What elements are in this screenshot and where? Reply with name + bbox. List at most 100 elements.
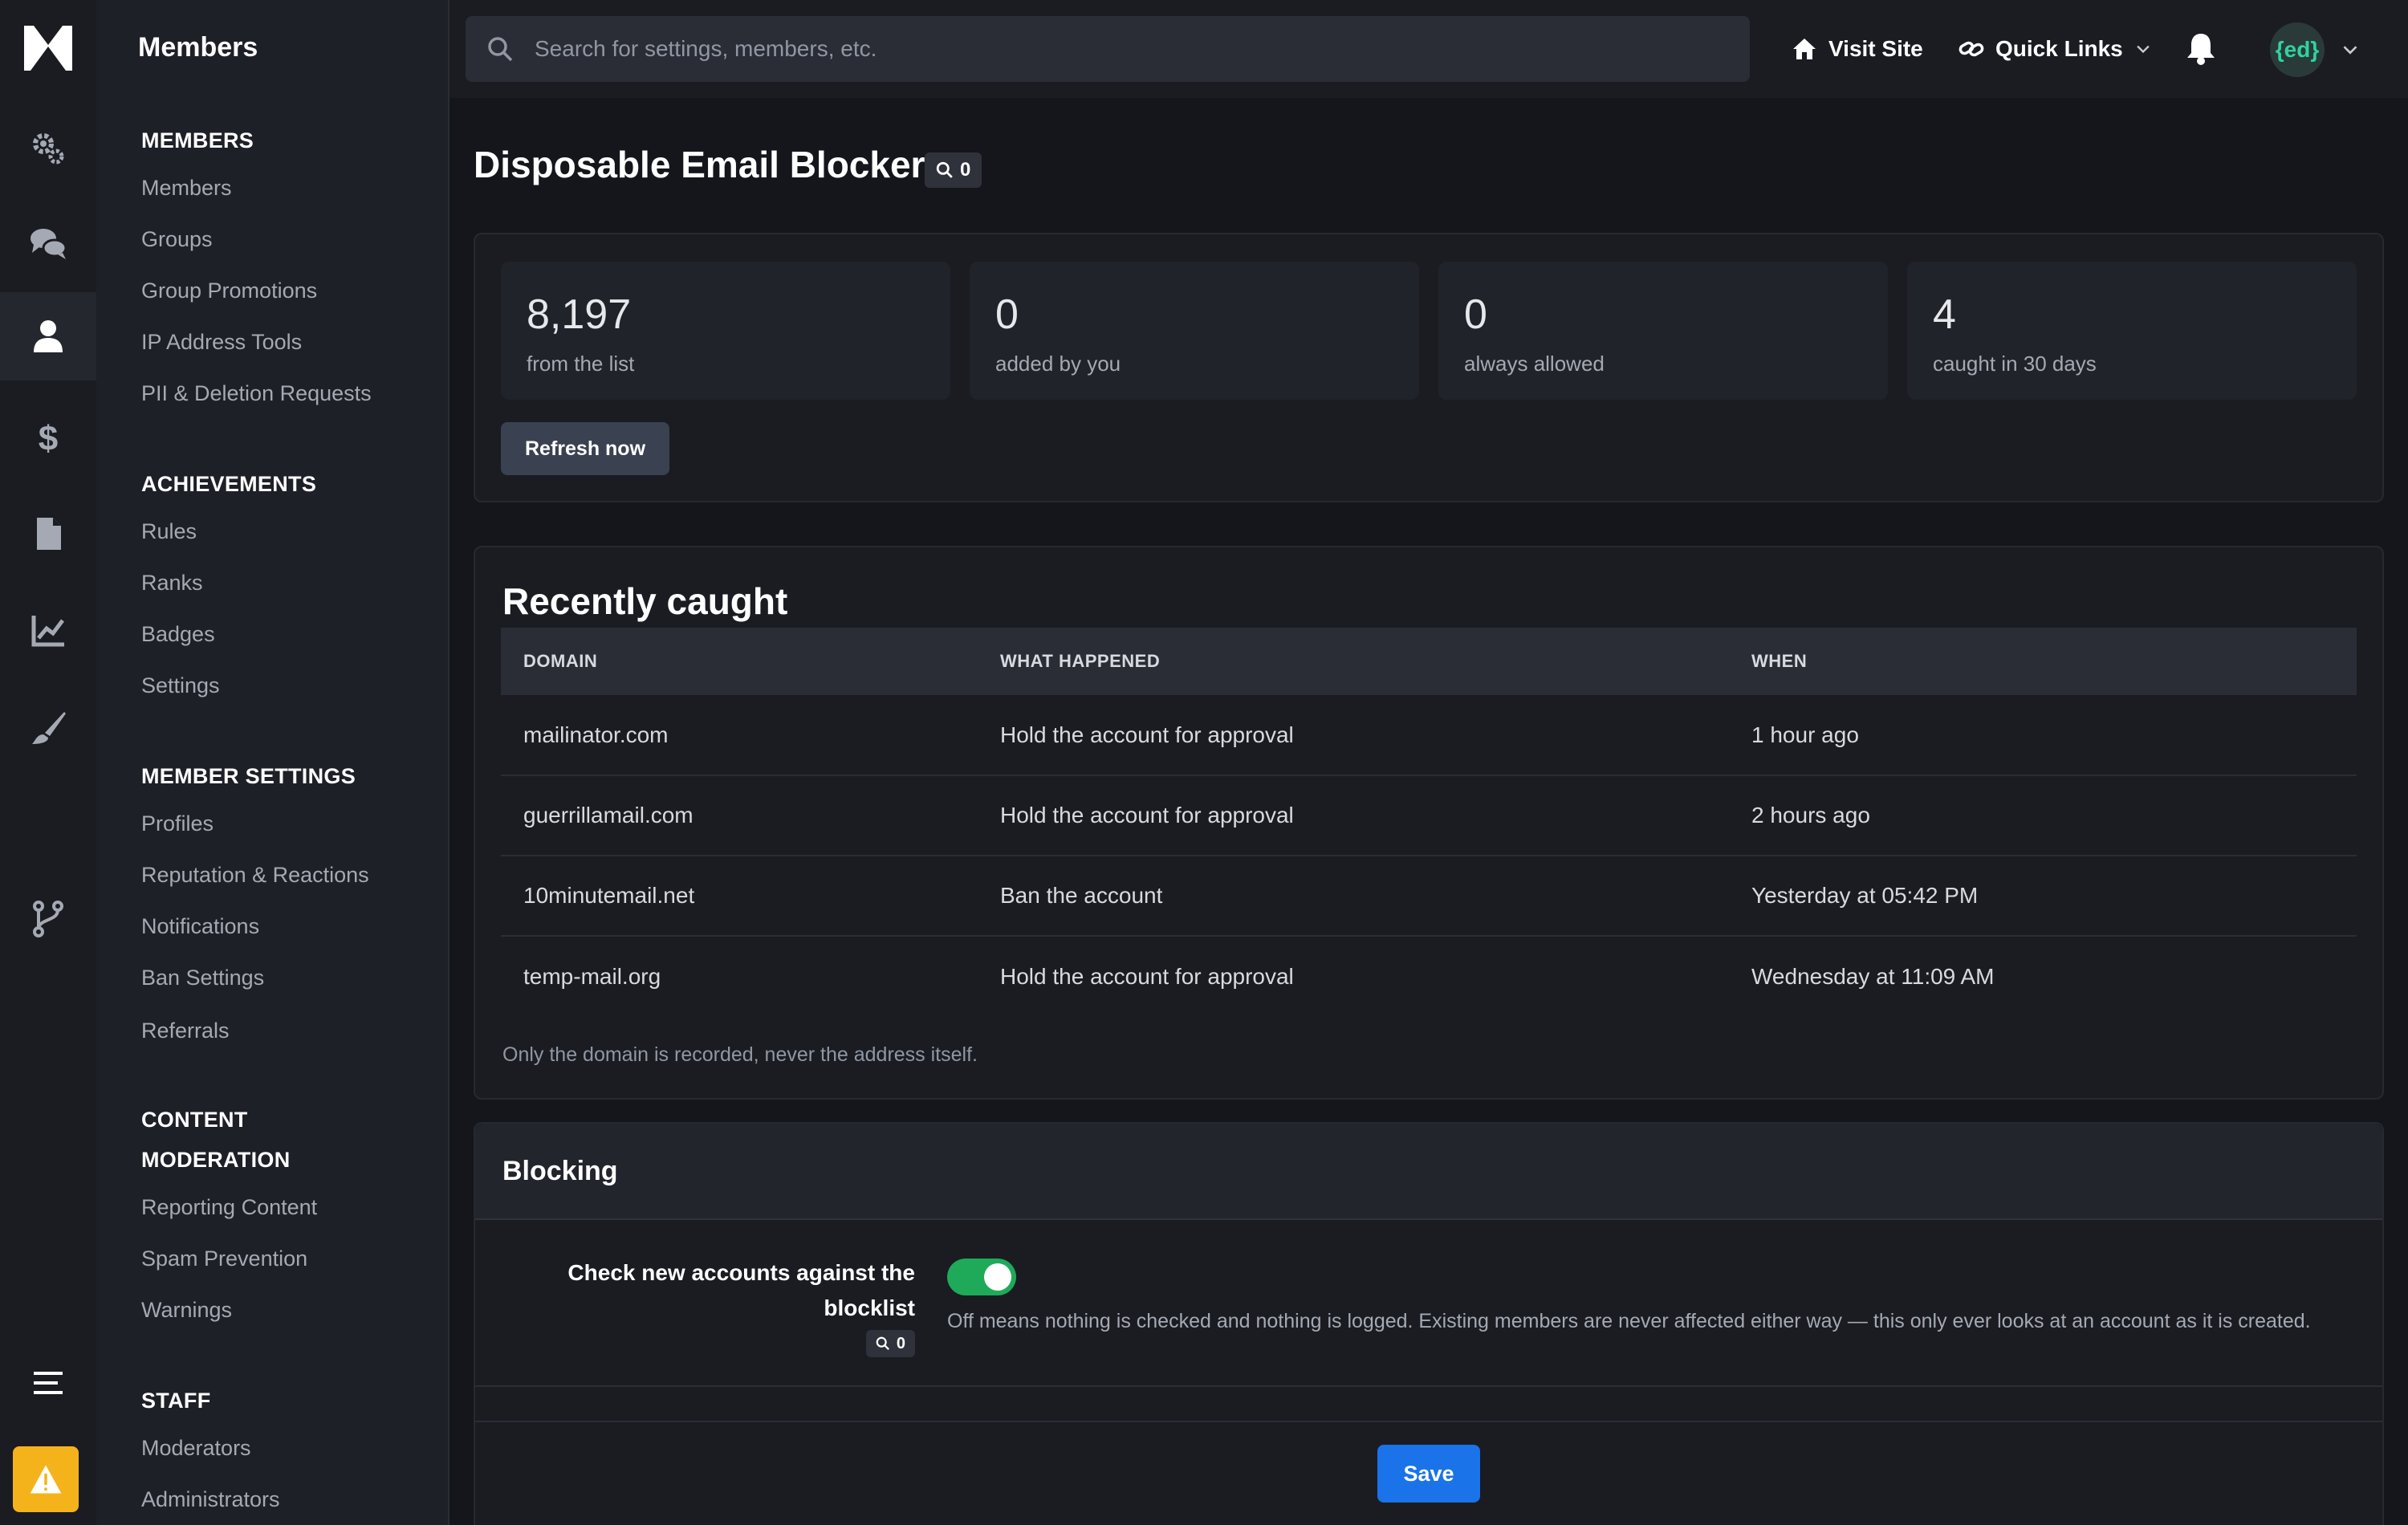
cell-when: Yesterday at 05:42 PM (1729, 856, 2357, 937)
cell-what-happened: Hold the account for approval (978, 775, 1729, 856)
stat-label: added by you (995, 352, 1121, 376)
nav-link-ban-settings[interactable]: Ban Settings (141, 962, 264, 994)
nav-link-badges[interactable]: Badges (141, 618, 215, 650)
quick-links-label: Quick Links (1995, 36, 2123, 61)
visit-site-link[interactable]: Visit Site (1792, 29, 1923, 69)
brush-icon (32, 712, 66, 744)
logo-icon[interactable] (22, 22, 74, 74)
cell-when: 1 hour ago (1729, 695, 2357, 776)
link-icon (1959, 41, 1984, 57)
search-count-badge[interactable]: 0 (925, 152, 982, 188)
subnav-title: Members (138, 32, 258, 63)
search-box[interactable] (466, 16, 1750, 82)
table-row: 10minutemail.net Ban the account Yesterd… (501, 856, 2357, 937)
chart-icon (31, 616, 64, 647)
cell-what-happened: Hold the account for approval (978, 695, 1729, 776)
chat-icon (31, 229, 67, 259)
nav-section-achievements: ACHIEVEMENTS (141, 472, 317, 496)
user-icon (34, 320, 63, 352)
stat-caught-30-days: 4 caught in 30 days (1907, 262, 2357, 400)
stat-always-allowed: 0 always allowed (1438, 262, 1888, 400)
stat-value: 0 (1464, 291, 1487, 338)
svg-text:$: $ (39, 419, 58, 457)
nav-link-notifications[interactable]: Notifications (141, 910, 259, 942)
divider (475, 1421, 2382, 1422)
nav-link-administrators[interactable]: Administrators (141, 1483, 280, 1515)
cell-domain: 10minutemail.net (501, 856, 978, 937)
column-header-domain: DOMAIN (501, 628, 978, 695)
cell-domain: guerrillamail.com (501, 775, 978, 856)
badge-count: 0 (960, 159, 971, 181)
setting-help-text: Off means nothing is checked and nothing… (947, 1310, 2311, 1332)
divider (475, 1385, 2382, 1387)
setting-label-text: Check new accounts against the blocklist (567, 1260, 915, 1320)
nav-link-group-promotions[interactable]: Group Promotions (141, 274, 317, 307)
nav-link-achievement-settings[interactable]: Settings (141, 669, 220, 702)
nav-link-ip-address-tools[interactable]: IP Address Tools (141, 326, 302, 358)
rail-item-developer[interactable] (0, 875, 96, 963)
nav-link-reporting-content[interactable]: Reporting Content (141, 1191, 317, 1223)
nav-link-moderators[interactable]: Moderators (141, 1432, 251, 1464)
recently-caught-table: DOMAIN WHAT HAPPENED WHEN mailinator.com… (501, 628, 2357, 1016)
bell-icon[interactable] (2183, 31, 2219, 66)
stat-value: 4 (1933, 291, 1956, 338)
nav-link-rules[interactable]: Rules (141, 515, 197, 547)
chevron-down-icon (2136, 45, 2150, 54)
rail-item-community[interactable] (0, 199, 96, 287)
privacy-footnote: Only the domain is recorded, never the a… (502, 1043, 978, 1066)
alert-button[interactable] (13, 1446, 79, 1512)
nav-section-staff: STAFF (141, 1389, 211, 1413)
page-title: Disposable Email Blocker (474, 144, 925, 185)
table-row: temp-mail.org Hold the account for appro… (501, 936, 2357, 1016)
rail-item-customization[interactable] (0, 684, 96, 772)
stat-value: 0 (995, 291, 1019, 338)
save-button[interactable]: Save (1377, 1445, 1480, 1503)
rail-item-settings[interactable] (0, 104, 96, 193)
nav-section-content-moderation: CONTENT MODERATION (141, 1108, 291, 1172)
rail-item-stats[interactable] (0, 586, 96, 674)
cell-domain: mailinator.com (501, 695, 978, 776)
nav-link-reputation[interactable]: Reputation & Reactions (141, 859, 369, 891)
nav-link-members[interactable]: Members (141, 172, 232, 204)
search-icon (936, 161, 953, 178)
setting-search-badge[interactable]: 0 (865, 1330, 915, 1357)
stat-added-by-you: 0 added by you (970, 262, 1419, 400)
rail-item-content[interactable] (0, 490, 96, 578)
home-icon (1793, 39, 1816, 59)
table-header-row: DOMAIN WHAT HAPPENED WHEN (501, 628, 2357, 695)
nav-link-ranks[interactable]: Ranks (141, 567, 203, 599)
icon-rail: $ (0, 0, 96, 1525)
stat-label: always allowed (1464, 352, 1605, 376)
stat-from-list: 8,197 from the list (501, 262, 950, 400)
members-subnav: Members MEMBERS Members Groups Group Pro… (96, 0, 449, 1525)
quick-links-dropdown[interactable]: Quick Links (1959, 29, 2152, 69)
branch-icon (33, 901, 63, 937)
nav-link-spam-prevention[interactable]: Spam Prevention (141, 1242, 307, 1275)
blocklist-toggle[interactable] (947, 1259, 1016, 1295)
nav-link-warnings[interactable]: Warnings (141, 1294, 232, 1326)
cell-what-happened: Ban the account (978, 856, 1729, 937)
nav-link-pii-deletion[interactable]: PII & Deletion Requests (141, 377, 372, 409)
gears-icon (33, 133, 64, 165)
nav-section-member-settings: MEMBER SETTINGS (141, 764, 356, 788)
nav-link-referrals[interactable]: Referrals (141, 1015, 230, 1047)
recently-caught-card: Recently caught DOMAIN WHAT HAPPENED WHE… (474, 546, 2384, 1100)
table-row: guerrillamail.com Hold the account for a… (501, 775, 2357, 856)
dollar-icon: $ (39, 419, 58, 457)
avatar[interactable]: {ed} (2270, 22, 2325, 77)
recently-caught-heading: Recently caught (502, 580, 788, 622)
nav-section-members: MEMBERS (141, 128, 254, 152)
file-icon (37, 518, 61, 550)
top-bar: Visit Site Quick Links {ed} (449, 0, 2408, 98)
cell-what-happened: Hold the account for approval (1000, 963, 1294, 989)
rail-item-commerce[interactable]: $ (0, 393, 96, 482)
chevron-down-icon[interactable] (2341, 40, 2360, 59)
search-icon (876, 1336, 889, 1350)
nav-link-groups[interactable]: Groups (141, 223, 213, 255)
rail-item-menu[interactable] (0, 1339, 96, 1427)
search-input[interactable] (535, 25, 1658, 73)
nav-link-profiles[interactable]: Profiles (141, 807, 214, 840)
search-icon (488, 37, 513, 62)
rail-item-members[interactable] (0, 292, 96, 380)
refresh-now-button[interactable]: Refresh now (501, 422, 670, 475)
